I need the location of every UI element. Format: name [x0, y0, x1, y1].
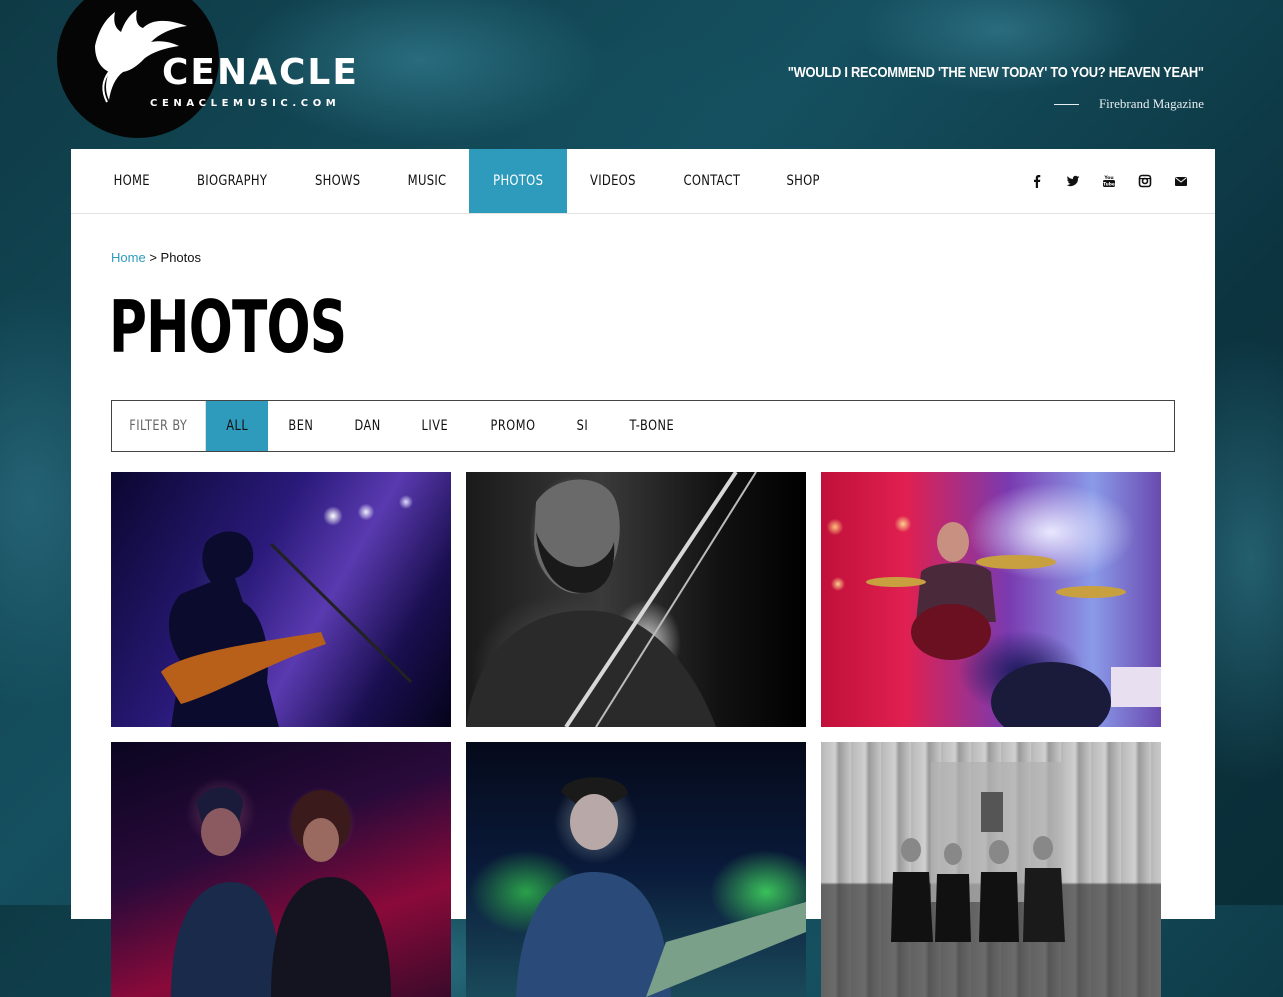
nav-item-home[interactable]: HOME: [90, 149, 172, 213]
nav-item-music[interactable]: MUSIC: [384, 149, 469, 213]
twitter-icon[interactable]: [1065, 173, 1081, 189]
filter-option-ben[interactable]: BEN: [268, 401, 334, 451]
filter-option-promo[interactable]: PROMO: [469, 401, 557, 451]
brand-name[interactable]: CENACLE: [162, 52, 359, 94]
quote-source-label: Firebrand Magazine: [1098, 96, 1204, 111]
nav-item-shows[interactable]: SHOWS: [292, 149, 384, 213]
svg-text:Tube: Tube: [1103, 181, 1115, 187]
photo-figure: [866, 522, 1161, 727]
filter-option-live[interactable]: LIVE: [401, 401, 469, 451]
quote-dash: [1053, 103, 1079, 105]
filter-label: FILTER BY: [112, 401, 206, 451]
brand-url: CENACLEMUSIC.COM: [150, 98, 341, 109]
facebook-icon[interactable]: [1029, 173, 1045, 189]
filter-option-si[interactable]: SI: [557, 401, 608, 451]
instagram-icon[interactable]: [1137, 173, 1153, 189]
gallery-photo-bassist[interactable]: [466, 472, 806, 727]
photo-figure: [466, 472, 757, 727]
breadcrumb-current: Photos: [160, 250, 202, 265]
gallery-photo-drummer[interactable]: [821, 472, 1161, 727]
nav-item-contact[interactable]: CONTACT: [659, 149, 764, 213]
youtube-icon[interactable]: Tube You: [1101, 173, 1117, 189]
breadcrumb: Home > Photos: [111, 250, 201, 265]
social-links: Tube You: [1029, 149, 1189, 213]
filter-option-all[interactable]: ALL: [205, 401, 268, 451]
press-quote-source: Firebrand Magazine: [1053, 96, 1204, 112]
photo-figure: [891, 762, 1065, 942]
gallery-photo-guitarists-live[interactable]: [111, 742, 451, 997]
gallery-photo-guitarist-cap[interactable]: [466, 742, 806, 997]
nav-item-videos[interactable]: VIDEOS: [567, 149, 660, 213]
photo-figure: [516, 777, 806, 997]
gallery-photo-band-promo[interactable]: [821, 742, 1161, 997]
photo-figure: [171, 787, 391, 997]
main-nav: HOME BIOGRAPHY SHOWS MUSIC PHOTOS VIDEOS…: [71, 149, 1215, 214]
breadcrumb-home-link[interactable]: Home: [111, 250, 146, 265]
breadcrumb-separator: >: [149, 250, 157, 265]
photo-filter-bar: FILTER BY ALL BEN DAN LIVE PROMO SI T-BO…: [111, 400, 1175, 452]
page-title: PHOTOS: [109, 285, 347, 369]
nav-item-biography[interactable]: BIOGRAPHY: [172, 149, 291, 213]
svg-text:You: You: [1103, 175, 1113, 181]
gallery-photo-singer-guitarist[interactable]: [111, 472, 451, 727]
nav-item-photos[interactable]: PHOTOS: [469, 149, 567, 213]
nav-item-shop[interactable]: SHOP: [764, 149, 843, 213]
filter-option-t-bone[interactable]: T-BONE: [608, 401, 696, 451]
photo-figure: [161, 531, 413, 727]
envelope-icon[interactable]: [1173, 173, 1189, 189]
content-card: HOME BIOGRAPHY SHOWS MUSIC PHOTOS VIDEOS…: [71, 149, 1215, 997]
filter-option-dan[interactable]: DAN: [334, 401, 401, 451]
press-quote: "WOULD I RECOMMEND 'THE NEW TODAY' TO YO…: [787, 64, 1204, 81]
